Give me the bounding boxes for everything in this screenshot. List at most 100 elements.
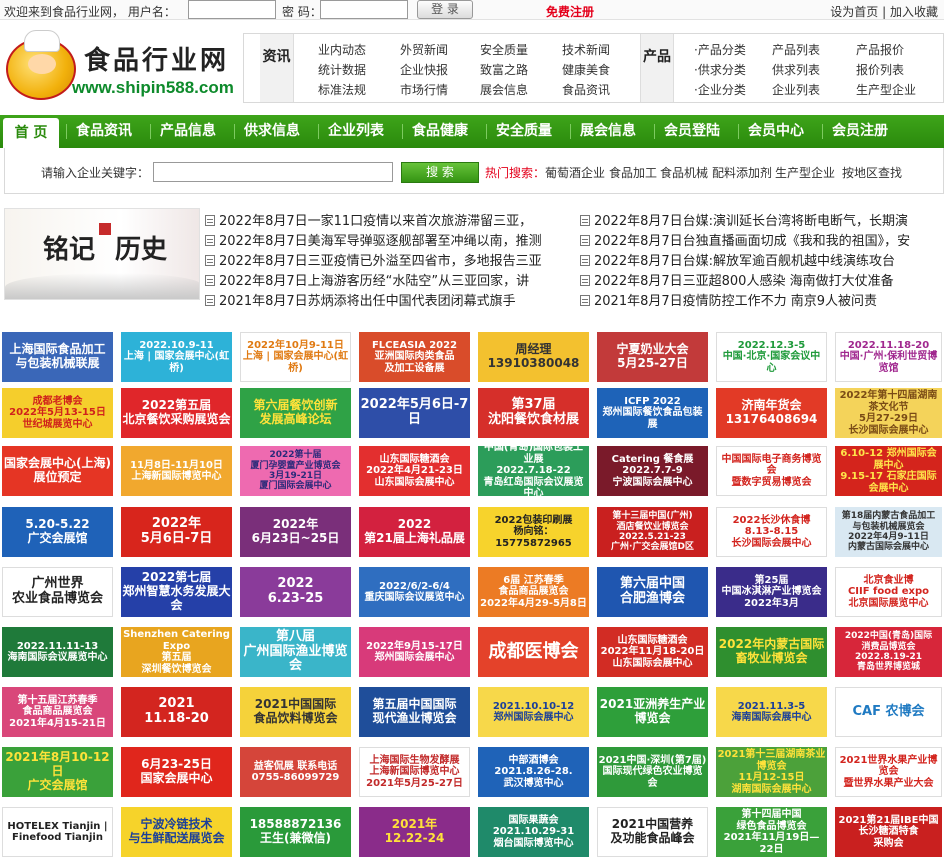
menu-item[interactable]: 企业列表 xyxy=(328,115,384,148)
nav-link[interactable]: ·企业分类 xyxy=(694,81,746,98)
exhibition-ad-banner[interactable]: 国际果蔬会 2021.10.29-31 烟台国际博览中心 xyxy=(478,807,589,857)
exhibition-ad-banner[interactable]: 2022/6/2-6/4 重庆国际会议展览中心 xyxy=(359,567,470,617)
exhibition-ad-banner[interactable]: 2021第21届IBE中国 长沙糖酒特食 采购会 xyxy=(835,807,942,857)
exhibition-ad-banner[interactable]: 2022.11.11-13 海南国际会议展览中心 xyxy=(2,627,113,677)
news-item[interactable]: 2022年8月7日台媒:解放军逾百舰机越中线演练攻台 xyxy=(580,250,942,269)
exhibition-ad-banner[interactable]: Shenzhen Catering Expo 第五届 深圳餐饮博览会 xyxy=(121,627,232,677)
exhibition-ad-banner[interactable]: 2022.11.18-20 中国·广州·保利世贸博览馆 xyxy=(835,332,942,382)
exhibition-ad-banner[interactable]: 2022 第21届上海礼品展 xyxy=(359,507,470,557)
exhibition-ad-banner[interactable]: ICFP 2022 郑州国际餐饮食品包装展 xyxy=(597,388,708,438)
exhibition-ad-banner[interactable]: 2022.12.3-5 中国·北京·国家会议中心 xyxy=(716,332,827,382)
exhibition-ad-banner[interactable]: 2022年内蒙古国际 畜牧业博览会 xyxy=(716,627,827,677)
exhibition-ad-banner[interactable]: Catering 餐食展 2022.7.7-9 宁波国际会展中心 xyxy=(597,446,708,496)
exhibition-ad-banner[interactable]: 上海国际食品加工 与包装机械联展 xyxy=(2,332,113,382)
nav-link[interactable]: 生产型企业 xyxy=(856,81,916,98)
exhibition-ad-banner[interactable]: 2022年 6月23日~25日 xyxy=(240,507,351,557)
menu-item[interactable]: 产品信息 xyxy=(160,115,216,148)
exhibition-ad-banner[interactable]: 济南年货会 13176408694 xyxy=(716,388,827,438)
nav-link[interactable]: 技术新闻 xyxy=(562,41,610,58)
news-item[interactable]: 2022年8月7日一家11口疫情以来首次旅游滞留三亚， xyxy=(205,210,571,229)
company-search-input[interactable] xyxy=(153,162,393,182)
exhibition-ad-banner[interactable]: 成都医博会 xyxy=(478,627,589,677)
exhibition-ad-banner[interactable]: 2021年 12.22-24 xyxy=(359,807,470,857)
search-button[interactable]: 搜 索 xyxy=(401,162,479,183)
news-item[interactable]: 2022年8月7日上海游客历经“水陆空”从三亚回家，讲 xyxy=(205,270,571,289)
hot-search-link[interactable]: 食品机械 xyxy=(660,164,708,181)
exhibition-ad-banner[interactable]: 6.10-12 郑州国际会展中心 9.15-17 石家庄国际会展中心 xyxy=(835,446,942,496)
nav-link[interactable]: 致富之路 xyxy=(480,61,528,78)
nav-link[interactable]: ·产品分类 xyxy=(694,41,746,58)
exhibition-ad-banner[interactable]: 6届 江苏春季 食品商品展览会 2022年4月29-5月8日 xyxy=(478,567,589,617)
exhibition-ad-banner[interactable]: 山东国际糖酒会 2022年11月18-20日 山东国际会展中心 xyxy=(597,627,708,677)
exhibition-ad-banner[interactable]: 中部酒博会 2021.8.26-28. 武汉博览中心 xyxy=(478,747,589,797)
exhibition-ad-banner[interactable]: 周经理 13910380048 xyxy=(478,332,589,382)
menu-item[interactable]: 食品健康 xyxy=(412,115,468,148)
password-input[interactable] xyxy=(320,0,408,19)
username-input[interactable] xyxy=(188,0,276,19)
exhibition-ad-banner[interactable]: 宁夏奶业大会 5月25-27日 xyxy=(597,332,708,382)
exhibition-ad-banner[interactable]: 2021.11.3-5 海南国际会展中心 xyxy=(716,687,827,737)
register-link[interactable]: 免费注册 xyxy=(546,3,594,20)
nav-link[interactable]: 企业快报 xyxy=(400,61,448,78)
exhibition-ad-banner[interactable]: 第十四届中国 绿色食品博览会 2021年11月19日—22日 xyxy=(716,807,827,857)
nav-link[interactable]: 业内动态 xyxy=(318,41,366,58)
exhibition-ad-banner[interactable]: 2022第十届 厦门孕婴童产业博览会 3月19-21日 厦门国际会展中心 xyxy=(240,446,351,496)
exhibition-ad-banner[interactable]: 成都老博会 2022年5月13-15日 世纪城展览中心 xyxy=(2,388,113,438)
exhibition-ad-banner[interactable]: 2021中国·深圳(第7届) 国际现代绿色农业博览会 xyxy=(597,747,708,797)
nav-link[interactable]: 安全质量 xyxy=(480,41,528,58)
news-item[interactable]: 2022年8月7日美海军导弹驱逐舰部署至冲绳以南，推测 xyxy=(205,230,571,249)
exhibition-ad-banner[interactable]: 2022年5月6日-7日 xyxy=(359,388,470,438)
menu-item[interactable]: 展会信息 xyxy=(580,115,636,148)
exhibition-ad-banner[interactable]: CAF 农博会 xyxy=(835,687,942,737)
exhibition-ad-banner[interactable]: 北京食业博 CIIF food expo 北京国际展览中心 xyxy=(835,567,942,617)
menu-item[interactable]: 会员注册 xyxy=(832,115,888,148)
exhibition-ad-banner[interactable]: 国家会展中心(上海) 展位预定 xyxy=(2,446,113,496)
hot-search-link[interactable]: 配料添加剂 xyxy=(712,164,772,181)
nav-link[interactable]: 食品资讯 xyxy=(562,81,610,98)
exhibition-ad-banner[interactable]: 2021 11.18-20 xyxy=(121,687,232,737)
exhibition-ad-banner[interactable]: 2021.10.10-12 郑州国际会展中心 xyxy=(478,687,589,737)
exhibition-ad-banner[interactable]: 2022年9月15-17日 郑州国际会展中心 xyxy=(359,627,470,677)
exhibition-ad-banner[interactable]: 2021中国国际 食品饮料博览会 xyxy=(240,687,351,737)
nav-link[interactable]: 报价列表 xyxy=(856,61,904,78)
exhibition-ad-banner[interactable]: 第37届 沈阳餐饮食材展 xyxy=(478,388,589,438)
news-item[interactable]: 2022年8月7日三亚疫情已外溢至四省市，多地报告三亚 xyxy=(205,250,571,269)
exhibition-ad-banner[interactable]: 上海国际生物发酵展 上海新国际博览中心 2021年5月25-27日 xyxy=(359,747,470,797)
menu-item[interactable]: 供求信息 xyxy=(244,115,300,148)
login-button[interactable]: 登 录 xyxy=(417,0,473,19)
menu-item[interactable]: 首 页 xyxy=(3,118,59,148)
exhibition-ad-banner[interactable]: 2022包装印刷展 杨向铭：15775872965 xyxy=(478,507,589,557)
exhibition-ad-banner[interactable]: 宁波冷链技术 与生鲜配送展览会 xyxy=(121,807,232,857)
nav-link[interactable]: 外贸新闻 xyxy=(400,41,448,58)
exhibition-ad-banner[interactable]: 2021中国营养 及功能食品峰会 xyxy=(597,807,708,857)
exhibition-ad-banner[interactable]: 18588872136 王生(兼微信) xyxy=(240,807,351,857)
exhibition-ad-banner[interactable]: 2021第十三届湖南茶业博览会 11月12-15日 湖南国际会展中心 xyxy=(716,747,827,797)
nav-link[interactable]: 供求列表 xyxy=(772,61,820,78)
nav-link[interactable]: 健康美食 xyxy=(562,61,610,78)
menu-item[interactable]: 会员登陆 xyxy=(664,115,720,148)
news-item[interactable]: 2022年8月7日台独直播画面切成《我和我的祖国》，安 xyxy=(580,230,942,249)
exhibition-ad-banner[interactable]: 2022 6.23-25 xyxy=(240,567,351,617)
exhibition-ad-banner[interactable]: 中国(青岛)国际包装工业展 2022.7.18-22 青岛红岛国际会议展览中心 xyxy=(478,446,589,496)
nav-link[interactable]: 产品报价 xyxy=(856,41,904,58)
exhibition-ad-banner[interactable]: 第十三届中国(广州) 酒店餐饮业博览会 2022.5.21-23 广州·广交会展… xyxy=(597,507,708,557)
exhibition-ad-banner[interactable]: 2022年 5月6日-7日 xyxy=(121,507,232,557)
exhibition-ad-banner[interactable]: 2021年8月10-12日 广交会展馆 xyxy=(2,747,113,797)
exhibition-ad-banner[interactable]: 第十五届江苏春季 食品商品展览会 2021年4月15-21日 xyxy=(2,687,113,737)
news-item[interactable]: 2022年8月7日三亚超800人感染 海南做打大仗准备 xyxy=(580,270,942,289)
hot-search-link[interactable]: 按地区查找 xyxy=(842,164,902,181)
exhibition-ad-banner[interactable]: 11月8日-11月10日 上海新国际博览中心 xyxy=(121,446,232,496)
exhibition-ad-banner[interactable]: 6月23-25日 国家会展中心 xyxy=(121,747,232,797)
exhibition-ad-banner[interactable]: 2022中国(青岛)国际 消费品博览会 2022.8.19-21 青岛世界博览城 xyxy=(835,627,942,677)
exhibition-ad-banner[interactable]: 2022长沙休食博 8.13-8.15 长沙国际会展中心 xyxy=(716,507,827,557)
exhibition-ad-banner[interactable]: 山东国际糖酒会 2022年4月21-23日 山东国际会展中心 xyxy=(359,446,470,496)
exhibition-ad-banner[interactable]: 第五届中国国际 现代渔业博览会 xyxy=(359,687,470,737)
nav-link[interactable]: 企业列表 xyxy=(772,81,820,98)
exhibition-ad-banner[interactable]: 2022第五届 北京餐饮采购展览会 xyxy=(121,388,232,438)
menu-item[interactable]: 会员中心 xyxy=(748,115,804,148)
nav-link[interactable]: ·供求分类 xyxy=(694,61,746,78)
hot-search-link[interactable]: 葡萄酒企业 xyxy=(545,164,605,181)
exhibition-ad-banner[interactable]: 第25届 中国冰淇淋产业博览会 2022年3月 xyxy=(716,567,827,617)
nav-link[interactable]: 展会信息 xyxy=(480,81,528,98)
nav-link[interactable]: 市场行情 xyxy=(400,81,448,98)
